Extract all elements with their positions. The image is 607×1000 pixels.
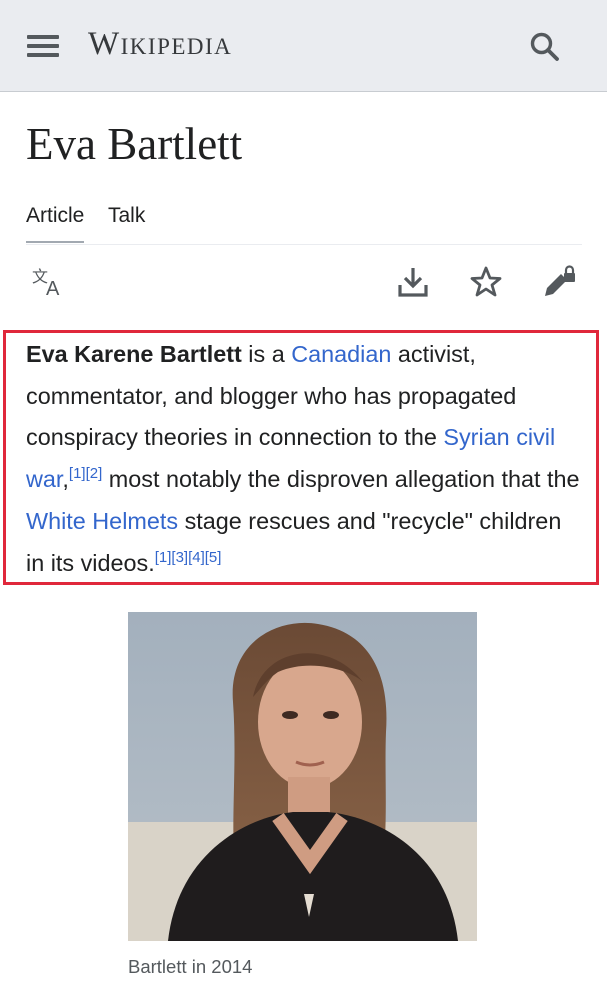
svg-text:A: A (46, 278, 60, 298)
tab-article[interactable]: Article (26, 204, 85, 243)
search-icon[interactable] (528, 30, 562, 64)
page-title: Eva Bartlett (26, 119, 243, 169)
edit-locked-icon[interactable] (541, 264, 577, 305)
reference-links[interactable]: [1][3][4][5] (155, 549, 222, 566)
portrait-image[interactable] (128, 612, 477, 941)
star-icon[interactable] (469, 265, 503, 304)
wikipedia-wordmark[interactable]: Wikipedia (88, 26, 232, 63)
article-subject: Eva Karene Bartlett (26, 341, 242, 367)
link-canadian[interactable]: Canadian (291, 341, 391, 367)
header-bar: Wikipedia (0, 0, 607, 92)
tab-talk[interactable]: Talk (108, 204, 145, 241)
language-icon[interactable]: 文 A (32, 266, 68, 303)
page-tabs: Article Talk (26, 200, 582, 245)
download-icon[interactable] (396, 265, 430, 304)
lead-text: is a (241, 341, 292, 367)
link-white-helmets[interactable]: White Helmets (26, 508, 178, 534)
image-caption: Bartlett in 2014 (128, 956, 253, 977)
hamburger-menu-icon[interactable] (27, 33, 59, 59)
lead-paragraph: Eva Karene Bartlett is a Canadian activi… (26, 334, 586, 584)
lead-text: most notably the disproven allegation th… (102, 466, 580, 493)
reference-links[interactable]: [1][2] (69, 465, 102, 482)
